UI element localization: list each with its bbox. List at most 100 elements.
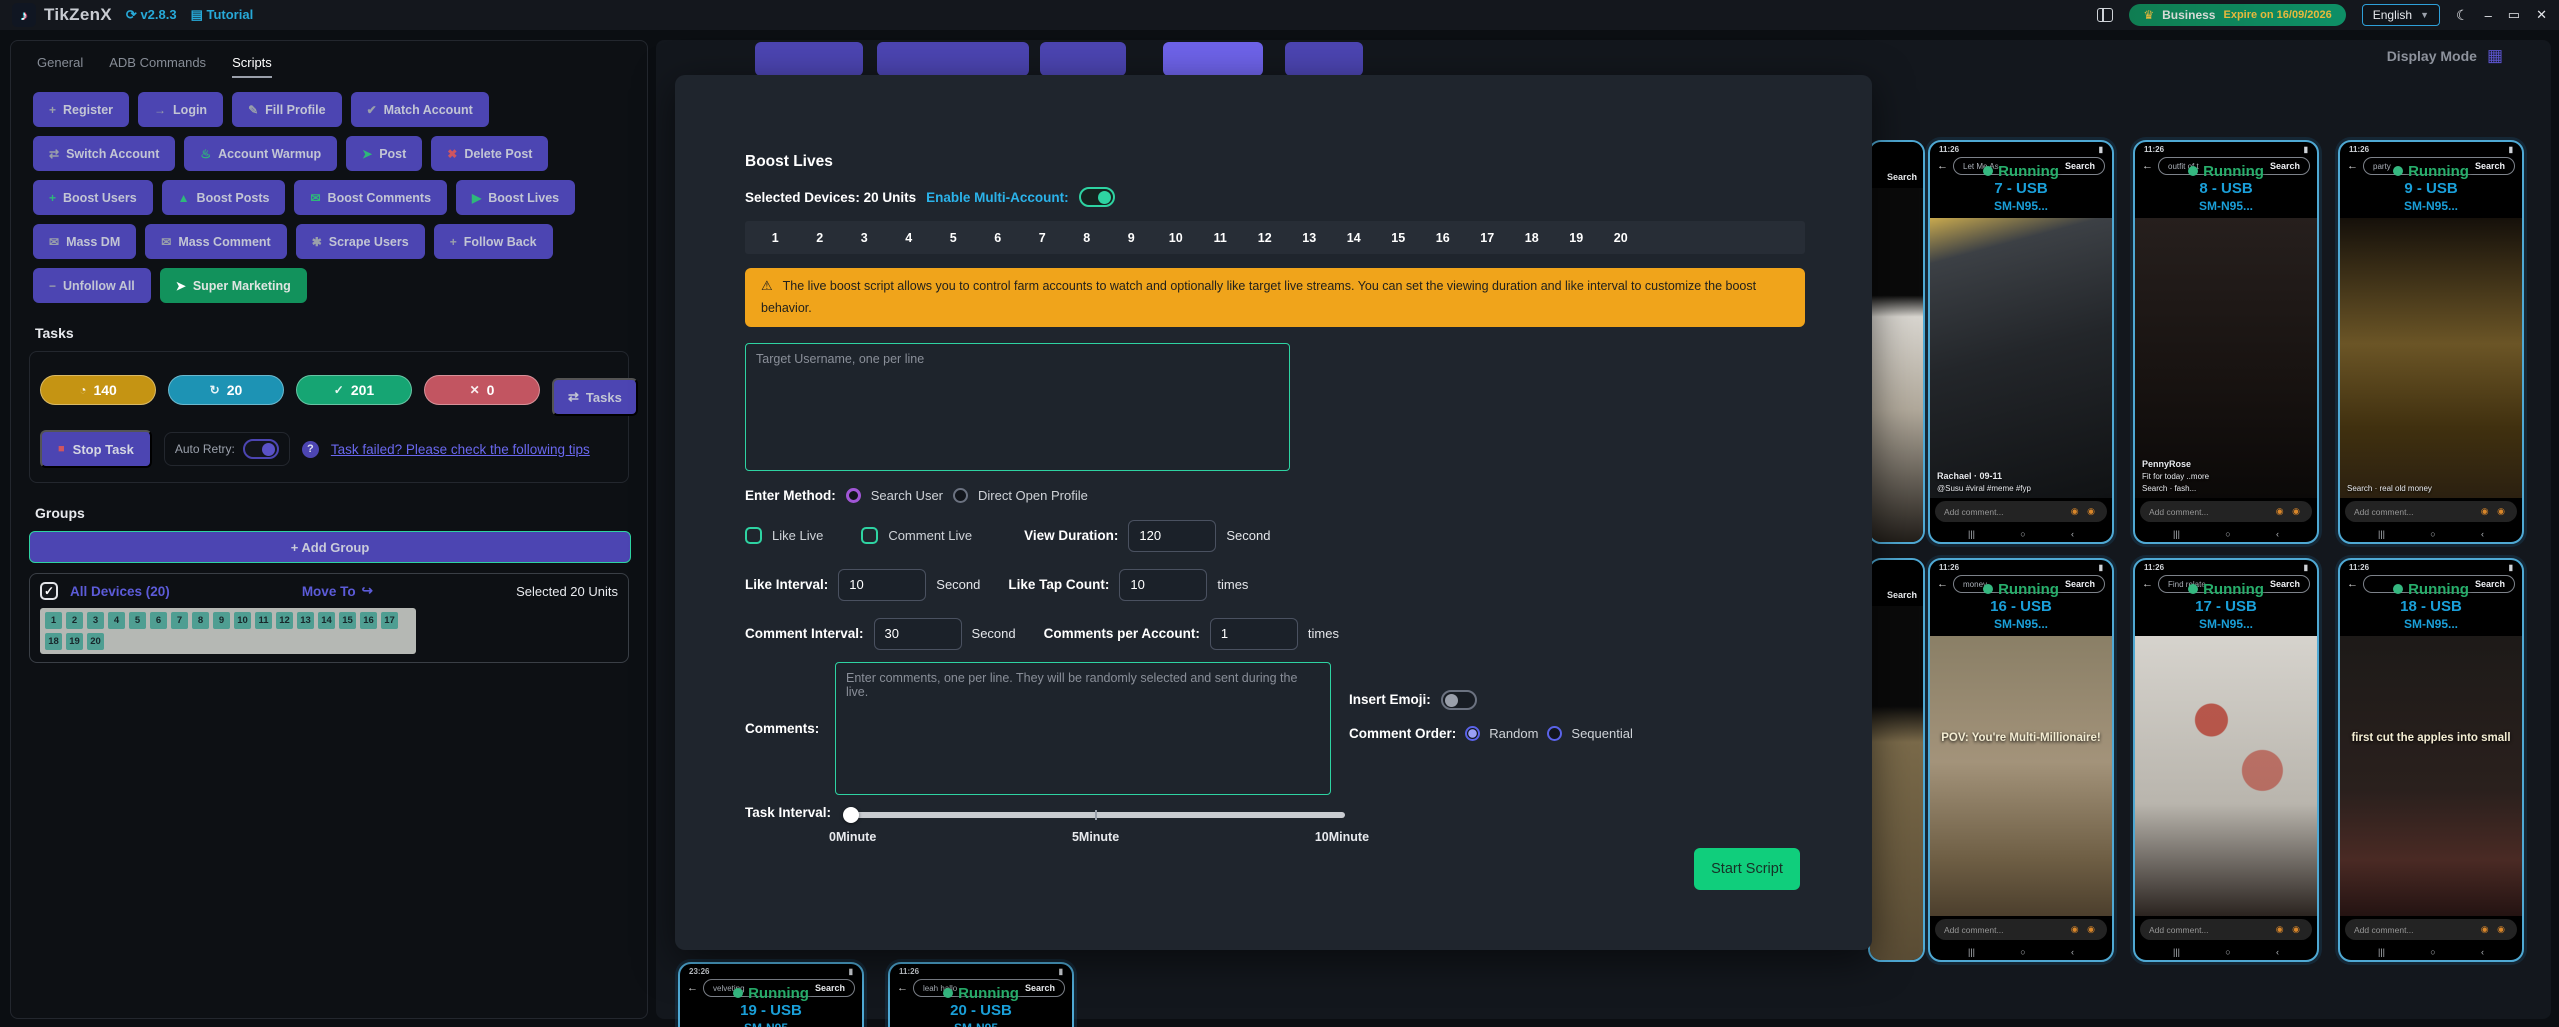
target-username-textarea[interactable]: [745, 343, 1290, 471]
modal-device-number[interactable]: 17: [1465, 231, 1510, 245]
dark-mode-toggle-icon[interactable]: ☾: [2456, 7, 2469, 24]
modal-device-number[interactable]: 7: [1020, 231, 1065, 245]
modal-device-number[interactable]: 18: [1510, 231, 1555, 245]
device-number-chip[interactable]: 20: [87, 633, 104, 650]
task-failed-link[interactable]: Task failed? Please check the following …: [331, 442, 590, 457]
tab-scripts[interactable]: Scripts: [232, 55, 272, 78]
direct-open-label[interactable]: Direct Open Profile: [978, 488, 1088, 503]
script-button[interactable]: + Boost Users: [33, 180, 153, 215]
add-comment-bar[interactable]: Add comment... ◉ ◉: [1935, 501, 2107, 522]
device-number-chip[interactable]: 1: [45, 612, 62, 629]
hidden-toolbar-button[interactable]: [1163, 42, 1263, 76]
comment-interval-input[interactable]: [874, 618, 962, 650]
search-user-label[interactable]: Search User: [871, 488, 943, 503]
script-button[interactable]: ✉ Mass DM: [33, 224, 136, 259]
search-user-radio[interactable]: [846, 488, 861, 503]
phone-thumbnail[interactable]: 11:26 ▮ ← money Search Running 16 - USB …: [1928, 558, 2114, 962]
language-select[interactable]: English ▼: [2362, 4, 2440, 26]
comments-per-account-input[interactable]: [1210, 618, 1298, 650]
device-number-chip[interactable]: 3: [87, 612, 104, 629]
script-button[interactable]: − Unfollow All: [33, 268, 151, 303]
device-number-chip[interactable]: 7: [171, 612, 188, 629]
device-number-chip[interactable]: 17: [381, 612, 398, 629]
script-button[interactable]: + Register: [33, 92, 129, 127]
license-badge[interactable]: ♛ Business Expire on 16/09/2026: [2129, 4, 2345, 26]
script-button[interactable]: ✎ Fill Profile: [232, 92, 342, 127]
script-button[interactable]: ⇄ Switch Account: [33, 136, 175, 171]
script-button[interactable]: ▲ Boost Posts: [162, 180, 286, 215]
tab-adb-commands[interactable]: ADB Commands: [109, 55, 206, 78]
modal-device-number[interactable]: 1: [753, 231, 798, 245]
add-group-button[interactable]: + Add Group: [29, 531, 631, 563]
device-number-chip[interactable]: 8: [192, 612, 209, 629]
phone-thumbnail-partial[interactable]: Search: [1868, 558, 1925, 962]
like-interval-input[interactable]: [838, 569, 926, 601]
modal-device-number[interactable]: 2: [798, 231, 843, 245]
help-icon[interactable]: ?: [302, 441, 319, 458]
script-button[interactable]: ♨ Account Warmup: [184, 136, 337, 171]
version-link[interactable]: ⟳ v2.8.3: [126, 7, 177, 23]
modal-device-number[interactable]: 6: [976, 231, 1021, 245]
insert-emoji-toggle[interactable]: [1441, 690, 1477, 710]
device-number-chip[interactable]: 13: [297, 612, 314, 629]
device-number-chip[interactable]: 4: [108, 612, 125, 629]
add-comment-bar[interactable]: Add comment... ◉ ◉: [2345, 919, 2517, 940]
script-button[interactable]: ✉ Boost Comments: [294, 180, 447, 215]
phone-thumbnail[interactable]: 11:26 ▮ ← Let Me As Search Running 7 - U…: [1928, 140, 2114, 544]
move-to-link[interactable]: Move To ↪: [302, 583, 373, 599]
direct-open-radio[interactable]: [953, 488, 968, 503]
modal-device-number[interactable]: 11: [1198, 231, 1243, 245]
slider-thumb[interactable]: [843, 807, 859, 823]
script-button[interactable]: ✖ Delete Post: [431, 136, 548, 171]
script-button[interactable]: ➤ Super Marketing: [160, 268, 307, 303]
panel-toggle-icon[interactable]: [2097, 8, 2113, 22]
phone-thumbnail[interactable]: 11:26 ▮ ← outfit of t Search Running 8 -…: [2133, 140, 2319, 544]
modal-device-number[interactable]: 16: [1421, 231, 1466, 245]
order-sequential-radio[interactable]: [1547, 726, 1562, 741]
script-button[interactable]: ✱ Scrape Users: [296, 224, 425, 259]
device-number-chip[interactable]: 14: [318, 612, 335, 629]
device-number-chip[interactable]: 19: [66, 633, 83, 650]
device-number-chip[interactable]: 11: [255, 612, 272, 629]
like-tap-count-input[interactable]: [1119, 569, 1207, 601]
add-comment-bar[interactable]: Add comment... ◉ ◉: [2140, 919, 2312, 940]
modal-device-number[interactable]: 9: [1109, 231, 1154, 245]
device-number-chip[interactable]: 6: [150, 612, 167, 629]
script-button[interactable]: + Follow Back: [434, 224, 553, 259]
modal-device-number[interactable]: 10: [1154, 231, 1199, 245]
phone-thumbnail[interactable]: 11:26 ▮ ← party Search Running 9 - USB S…: [2338, 140, 2524, 544]
like-live-label[interactable]: Like Live: [772, 528, 823, 543]
add-comment-bar[interactable]: Add comment... ◉ ◉: [1935, 919, 2107, 940]
group-checkbox[interactable]: ✓: [40, 582, 58, 600]
device-number-chip[interactable]: 16: [360, 612, 377, 629]
tasks-button[interactable]: ⇄ Tasks: [552, 378, 638, 416]
maximize-button[interactable]: ▭: [2508, 7, 2520, 23]
modal-device-number[interactable]: 15: [1376, 231, 1421, 245]
modal-device-number[interactable]: 20: [1599, 231, 1644, 245]
hidden-toolbar-button[interactable]: [877, 42, 1029, 76]
modal-device-number[interactable]: 8: [1065, 231, 1110, 245]
minimize-button[interactable]: –: [2485, 8, 2492, 23]
task-interval-slider[interactable]: [845, 812, 1345, 818]
order-random-radio[interactable]: [1465, 726, 1480, 741]
modal-device-number[interactable]: 14: [1332, 231, 1377, 245]
phone-thumbnail[interactable]: 11:26 ▮ ← leah hallo Search Running 20 -…: [888, 962, 1074, 1027]
modal-device-number[interactable]: 3: [842, 231, 887, 245]
script-button[interactable]: ➤ Post: [346, 136, 422, 171]
tab-general[interactable]: General: [37, 55, 83, 78]
hidden-toolbar-button[interactable]: [1285, 42, 1363, 76]
stop-task-button[interactable]: ■ Stop Task: [40, 430, 152, 468]
device-number-chip[interactable]: 2: [66, 612, 83, 629]
hidden-toolbar-button[interactable]: [755, 42, 863, 76]
add-comment-bar[interactable]: Add comment... ◉ ◉: [2345, 501, 2517, 522]
script-button[interactable]: ✔ Match Account: [351, 92, 489, 127]
like-live-checkbox[interactable]: [745, 527, 762, 544]
multi-account-toggle[interactable]: [1079, 187, 1115, 207]
script-button[interactable]: ✉ Mass Comment: [145, 224, 286, 259]
modal-device-number[interactable]: 4: [887, 231, 932, 245]
group-name[interactable]: All Devices (20): [70, 584, 170, 599]
hidden-toolbar-button[interactable]: [1040, 42, 1126, 76]
comment-live-label[interactable]: Comment Live: [888, 528, 972, 543]
order-sequential-label[interactable]: Sequential: [1571, 726, 1632, 741]
grid-view-icon[interactable]: ▦: [2487, 46, 2503, 66]
